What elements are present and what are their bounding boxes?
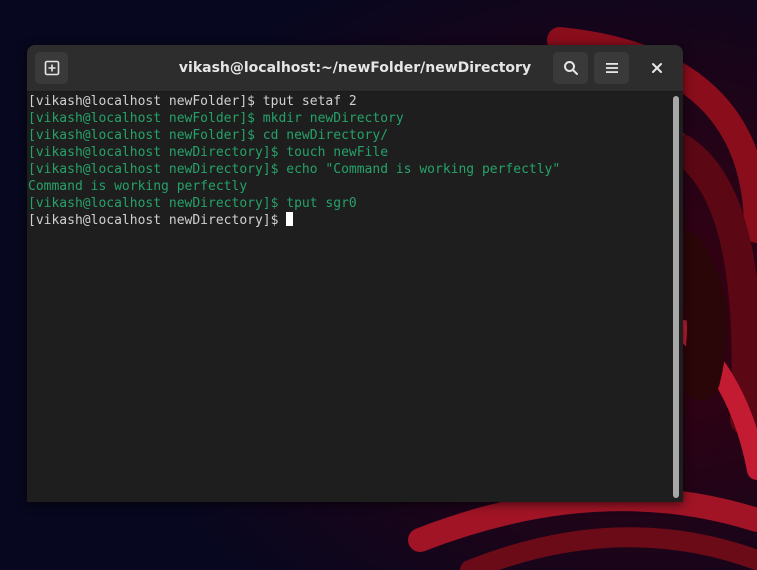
terminal-line: [vikash@localhost newDirectory]$ tput sg… (28, 196, 357, 211)
terminal-line: [vikash@localhost newDirectory]$ touch n… (28, 145, 389, 160)
search-button[interactable] (553, 52, 588, 84)
scrollbar-thumb[interactable] (673, 96, 679, 498)
terminal-prompt-line[interactable]: [vikash@localhost newDirectory]$ (28, 212, 560, 229)
terminal-output: [vikash@localhost newFolder]$ tput setaf… (28, 93, 560, 229)
new-tab-button[interactable] (35, 52, 68, 84)
terminal-line: [vikash@localhost newFolder]$ tput setaf… (28, 94, 357, 109)
new-tab-icon (44, 60, 59, 76)
text-cursor (286, 212, 294, 226)
window-title: vikash@localhost:~/newFolder/newDirector… (178, 60, 532, 76)
terminal-line: Command is working perfectly (28, 179, 248, 194)
hamburger-menu-icon (605, 63, 618, 73)
window-headerbar[interactable]: vikash@localhost:~/newFolder/newDirector… (27, 45, 683, 92)
scrollbar[interactable] (670, 92, 683, 502)
terminal-line: [vikash@localhost newFolder]$ cd newDire… (28, 128, 389, 143)
terminal-prompt: [vikash@localhost newDirectory]$ (28, 213, 287, 228)
close-icon (652, 63, 662, 73)
menu-button[interactable] (594, 52, 629, 84)
terminal-output-area[interactable]: [vikash@localhost newFolder]$ tput setaf… (27, 92, 669, 502)
search-icon (563, 61, 578, 75)
close-button[interactable] (640, 52, 674, 84)
terminal-line: [vikash@localhost newFolder]$ mkdir newD… (28, 111, 404, 126)
terminal-window: vikash@localhost:~/newFolder/newDirector… (27, 45, 683, 502)
terminal-line: [vikash@localhost newDirectory]$ echo "C… (28, 162, 561, 177)
